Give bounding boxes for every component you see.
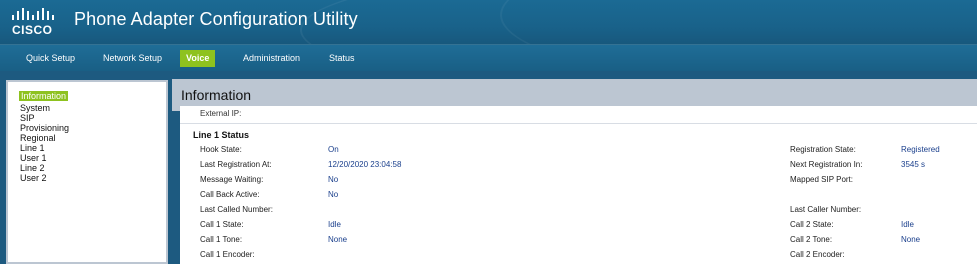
cisco-bars-icon [12,8,54,20]
hook-state-label: Hook State: [200,145,242,154]
sidebar-item-line-2[interactable]: Line 2 [20,163,45,173]
status-panel: External IP: Line 1 Status Hook State: O… [180,106,977,264]
separator-band [0,71,977,79]
section-title: Line 1 Status [193,130,250,140]
sidebar-item-system[interactable]: System [20,103,50,113]
sidebar-item-sip[interactable]: SIP [20,113,35,123]
divider [180,123,977,124]
message-waiting-label: Message Waiting: [200,175,264,184]
registration-state-label: Registration State: [790,145,856,154]
next-registration-value: 3545 s [901,160,926,169]
tab-network-setup[interactable]: Network Setup [97,50,168,67]
cisco-logo: CISCO [9,6,61,37]
call-1-tone-label: Call 1 Tone: [200,235,243,244]
call-back-active-label: Call Back Active: [200,190,260,199]
call-2-tone-label: Call 2 Tone: [790,235,833,244]
sidebar-item-user-1[interactable]: User 1 [20,153,47,163]
external-ip-label: External IP: [200,109,242,118]
hook-state-value: On [328,145,339,154]
sidebar: Information System SIP Provisioning Regi… [6,80,168,264]
last-registration-label: Last Registration At: [200,160,272,169]
call-1-state-label: Call 1 State: [200,220,244,229]
call-2-encoder-label: Call 2 Encoder: [790,250,845,259]
last-registration-value: 12/20/2020 23:04:58 [328,160,402,169]
call-2-state-label: Call 2 State: [790,220,834,229]
sidebar-item-provisioning[interactable]: Provisioning [20,123,69,133]
last-called-number-label: Last Called Number: [200,205,273,214]
page-title: Information [181,87,252,103]
last-caller-number-label: Last Caller Number: [790,205,862,214]
call-2-state-value: Idle [901,220,914,229]
tab-quick-setup[interactable]: Quick Setup [20,50,81,67]
app-header: CISCO Phone Adapter Configuration Utilit… [0,0,977,44]
mapped-sip-port-label: Mapped SIP Port: [790,175,853,184]
app-title: Phone Adapter Configuration Utility [74,9,358,29]
call-1-tone-value: None [328,235,348,244]
header-decoration [500,0,977,44]
sidebar-item-regional[interactable]: Regional [20,133,56,143]
call-1-encoder-label: Call 1 Encoder: [200,250,255,259]
next-registration-label: Next Registration In: [790,160,863,169]
sidebar-item-information[interactable]: Information [19,91,69,101]
tab-administration[interactable]: Administration [237,50,306,67]
call-2-tone-value: None [901,235,921,244]
sidebar-item-user-2[interactable]: User 2 [20,173,47,183]
tab-voice[interactable]: Voice [180,50,216,67]
tab-status[interactable]: Status [323,50,361,67]
call-back-active-value: No [328,190,339,199]
message-waiting-value: No [328,175,339,184]
registration-state-value: Registered [901,145,940,154]
call-1-state-value: Idle [328,220,341,229]
main-nav: Quick Setup Network Setup Voice Administ… [0,44,977,71]
sidebar-item-line-1[interactable]: Line 1 [20,143,45,153]
cisco-wordmark: CISCO [12,23,53,37]
